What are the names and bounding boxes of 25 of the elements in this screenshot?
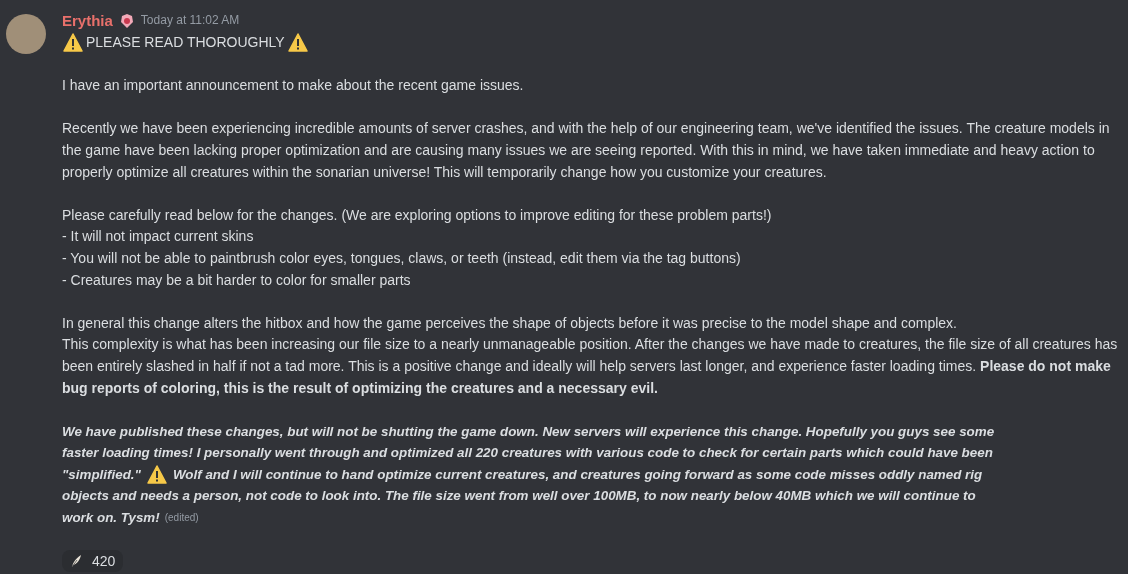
warning-icon bbox=[287, 33, 308, 53]
message-text: Wolf and I will continue to hand optimize current creatures, and creatures going forward as some code misses oddly named rig bbox=[172, 465, 983, 484]
edited-label: (edited) bbox=[164, 511, 199, 526]
message-text: Please carefully read below for the changes. (We are exploring options to improve editing for these problem parts!) bbox=[62, 205, 773, 225]
warning-icon bbox=[63, 33, 83, 53]
message-text: faster loading times! I personally went through and optimized all 220 creatures with various code to check for certain parts which could have been bbox=[62, 444, 993, 463]
message-text: This complexity is what has been increasing our file size to a nearly unmanageable position. After the changes we have made to creatures, the file size of all creatures has been entirely slashed in half if not a tad more. This is a positive change and ideally will help servers last longer, and experience faster loading times. Please do not make bug reports of coloring, this is the result of optimizing the creatures and a necessary evil. bbox=[62, 335, 1119, 398]
warning-icon bbox=[146, 465, 167, 485]
badge-icon bbox=[118, 13, 135, 29]
message-title: PLEASE READ THOROUGHLY bbox=[86, 33, 285, 52]
feather-icon bbox=[70, 554, 82, 569]
message-text: - Creatures may be a bit harder to color for smaller parts bbox=[62, 270, 412, 290]
message-text: In general this change alters the hitbox and how the game perceives the shape of objects before it was precise to the model shape and complex. bbox=[62, 313, 958, 333]
message-text: - You will not be able to paintbrush color eyes, tongues, claws, or teeth (instead, edit them via the tag buttons) bbox=[62, 248, 742, 268]
message-text: work on. Tysm! bbox=[62, 509, 160, 528]
message-text: "simplified." bbox=[62, 465, 141, 484]
message-text: I have an important announcement to make about the recent game issues. bbox=[62, 76, 525, 96]
reaction-button[interactable]: 420 bbox=[62, 550, 124, 573]
message-text: - It will not impact current skins bbox=[62, 227, 255, 247]
timestamp: Today at 11:02 AM bbox=[140, 12, 240, 30]
message-text: We have published these changes, but will not be shutting the game down. New servers will experience this change. Hopefully you guys see some bbox=[62, 422, 995, 441]
author-name[interactable]: Erythia bbox=[62, 10, 113, 32]
avatar[interactable] bbox=[6, 14, 46, 54]
message-text: objects and needs a person, not code to look into. The file size went from well over 100MB, to now nearly below 40MB which we will continue to bbox=[62, 487, 976, 506]
message-text: Recently we have been experiencing incredible amounts of server crashes, and with the help of our engineering team, we've identified the issues. The creature models in the game have been lacking proper optimization and are causing many issues we are seeing reported. With this in mind, we have taken immediate and heavy action to properly optimize all creatures within the sonarian universe! This will temporarily change how you customize your creatures. bbox=[62, 119, 1111, 182]
